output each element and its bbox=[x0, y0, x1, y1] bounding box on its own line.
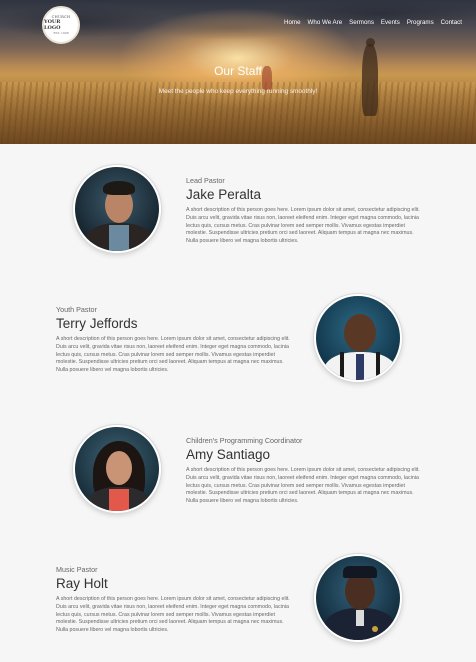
staff-photo-avatar bbox=[73, 425, 161, 513]
staff-card-1: Lead Pastor Jake Peralta A short descrip… bbox=[0, 144, 476, 274]
staff-photo-avatar bbox=[314, 554, 402, 642]
page-title: Our Staff bbox=[214, 64, 262, 78]
nav-home[interactable]: Home bbox=[284, 19, 301, 26]
staff-info: Youth Pastor Terry Jeffords A short desc… bbox=[56, 305, 292, 375]
staff-info: Music Pastor Ray Holt A short descriptio… bbox=[56, 565, 292, 635]
staff-card-2: Youth Pastor Terry Jeffords A short desc… bbox=[0, 274, 476, 404]
staff-name: Terry Jeffords bbox=[56, 316, 138, 331]
staff-description: A short description of this person goes … bbox=[56, 336, 290, 374]
hero-person-silhouette bbox=[362, 44, 378, 116]
staff-photo-avatar bbox=[314, 294, 402, 382]
nav-sermons[interactable]: Sermons bbox=[349, 19, 374, 26]
staff-description: A short description of this person goes … bbox=[56, 596, 290, 634]
staff-card-3: Children's Programming Coordinator Amy S… bbox=[0, 404, 476, 534]
staff-name: Jake Peralta bbox=[186, 187, 262, 202]
staff-info: Lead Pastor Jake Peralta A short descrip… bbox=[186, 176, 422, 246]
staff-name: Amy Santiago bbox=[186, 447, 271, 462]
nav-who-we-are[interactable]: Who We Are bbox=[308, 19, 343, 26]
staff-description: A short description of this person goes … bbox=[186, 467, 420, 505]
logo-line-2: YOUR LOGO bbox=[44, 19, 61, 31]
staff-description: A short description of this person goes … bbox=[186, 207, 420, 245]
staff-info: Children's Programming Coordinator Amy S… bbox=[186, 436, 422, 506]
church-logo[interactable]: CHURCH YOUR LOGO EST. 1908 bbox=[42, 6, 80, 44]
staff-role: Lead Pastor bbox=[186, 176, 225, 185]
staff-name: Ray Holt bbox=[56, 576, 108, 591]
logo-line-3: EST. 1908 bbox=[53, 31, 69, 35]
hero-person-head bbox=[366, 38, 375, 47]
nav-programs[interactable]: Programs bbox=[407, 19, 434, 26]
nav-contact[interactable]: Contact bbox=[441, 19, 462, 26]
staff-role: Youth Pastor bbox=[56, 305, 97, 314]
staff-role: Children's Programming Coordinator bbox=[186, 436, 303, 445]
staff-card-4: Music Pastor Ray Holt A short descriptio… bbox=[0, 534, 476, 662]
staff-photo-avatar bbox=[73, 165, 161, 253]
page-subtitle: Meet the people who keep everything runn… bbox=[158, 88, 318, 95]
main-nav: Home Who We Are Sermons Events Programs … bbox=[284, 19, 462, 26]
nav-events[interactable]: Events bbox=[381, 19, 400, 26]
staff-role: Music Pastor bbox=[56, 565, 98, 574]
hero-banner: CHURCH YOUR LOGO EST. 1908 Home Who We A… bbox=[0, 0, 476, 144]
